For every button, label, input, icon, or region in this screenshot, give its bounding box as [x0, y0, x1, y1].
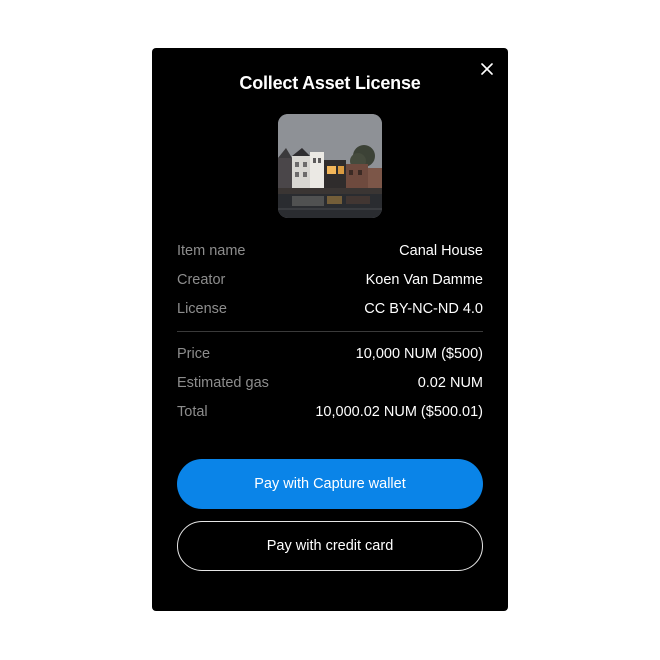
cost-value: 10,000.02 NUM ($500.01): [315, 403, 483, 420]
detail-value: Koen Van Damme: [365, 271, 483, 288]
canal-house-image: [278, 114, 382, 218]
cost-row-price: Price 10,000 NUM ($500): [177, 339, 483, 368]
cost-label: Estimated gas: [177, 374, 269, 391]
cost-label: Total: [177, 403, 208, 420]
detail-value: Canal House: [399, 242, 483, 259]
pay-with-card-button[interactable]: Pay with credit card: [177, 521, 483, 571]
cost-row-estimated-gas: Estimated gas 0.02 NUM: [177, 368, 483, 397]
detail-label: Item name: [177, 242, 246, 259]
pay-with-wallet-button[interactable]: Pay with Capture wallet: [177, 459, 483, 509]
modal-title: Collect Asset License: [239, 73, 421, 93]
divider: [177, 331, 483, 332]
detail-label: Creator: [177, 271, 226, 288]
pay-with-card-label: Pay with credit card: [266, 538, 394, 554]
detail-label: License: [177, 300, 227, 317]
detail-row-item-name: Item name Canal House: [177, 236, 483, 265]
detail-row-creator: Creator Koen Van Damme: [177, 265, 483, 294]
asset-thumbnail: [278, 114, 382, 218]
detail-row-license: License CC BY-NC-ND 4.0: [177, 294, 483, 323]
collect-license-modal: Collect Asset License Item name Canal Ho…: [152, 48, 508, 611]
cost-value: 10,000 NUM ($500): [355, 345, 483, 362]
license-details: Item name Canal House Creator Koen Van D…: [177, 236, 483, 426]
cost-value: 0.02 NUM: [417, 374, 483, 391]
detail-value: CC BY-NC-ND 4.0: [364, 300, 483, 317]
cost-row-total: Total 10,000.02 NUM ($500.01): [177, 397, 483, 426]
cost-label: Price: [177, 345, 211, 362]
pay-with-wallet-label: Pay with Capture wallet: [254, 476, 406, 492]
